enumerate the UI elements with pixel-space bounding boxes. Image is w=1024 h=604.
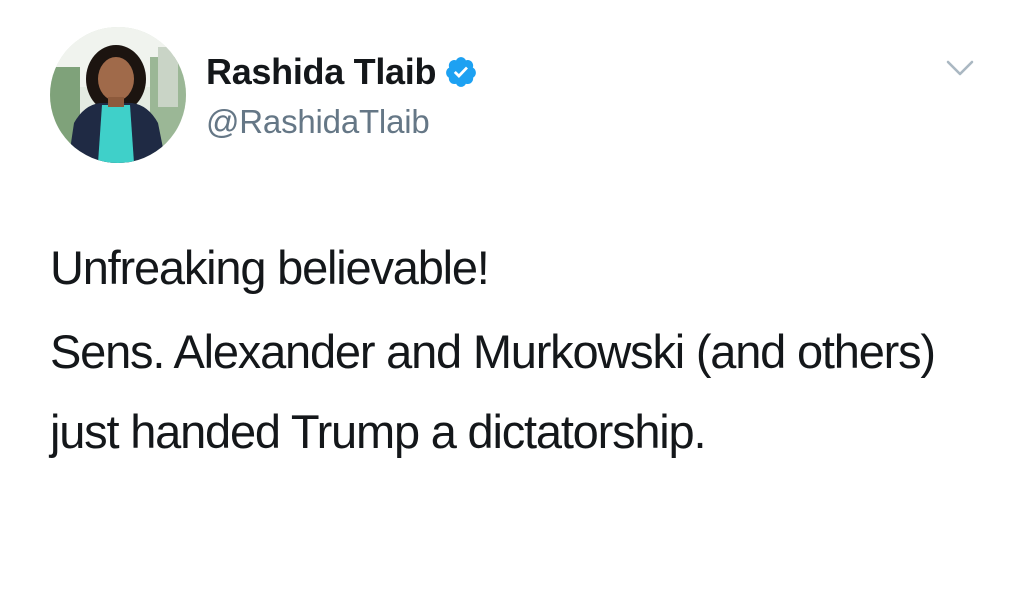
chevron-down-icon[interactable] <box>944 56 976 80</box>
tweet-paragraph: Sens. Alexander and Murkowski (and other… <box>50 325 936 458</box>
author-block: Rashida Tlaib @RashidaTlaib <box>206 47 478 145</box>
tweet-card: Rashida Tlaib @RashidaTlaib Unfreaking b… <box>0 0 1024 604</box>
avatar[interactable] <box>50 27 186 163</box>
name-row: Rashida Tlaib <box>206 47 478 97</box>
avatar-photo <box>50 27 186 163</box>
handle[interactable]: @RashidaTlaib <box>206 99 478 145</box>
verified-badge-icon <box>444 55 478 89</box>
tweet-text: Unfreaking believable! Sens. Alexander a… <box>50 228 980 472</box>
tweet-paragraph: Unfreaking believable! <box>50 241 490 294</box>
display-name[interactable]: Rashida Tlaib <box>206 47 436 97</box>
